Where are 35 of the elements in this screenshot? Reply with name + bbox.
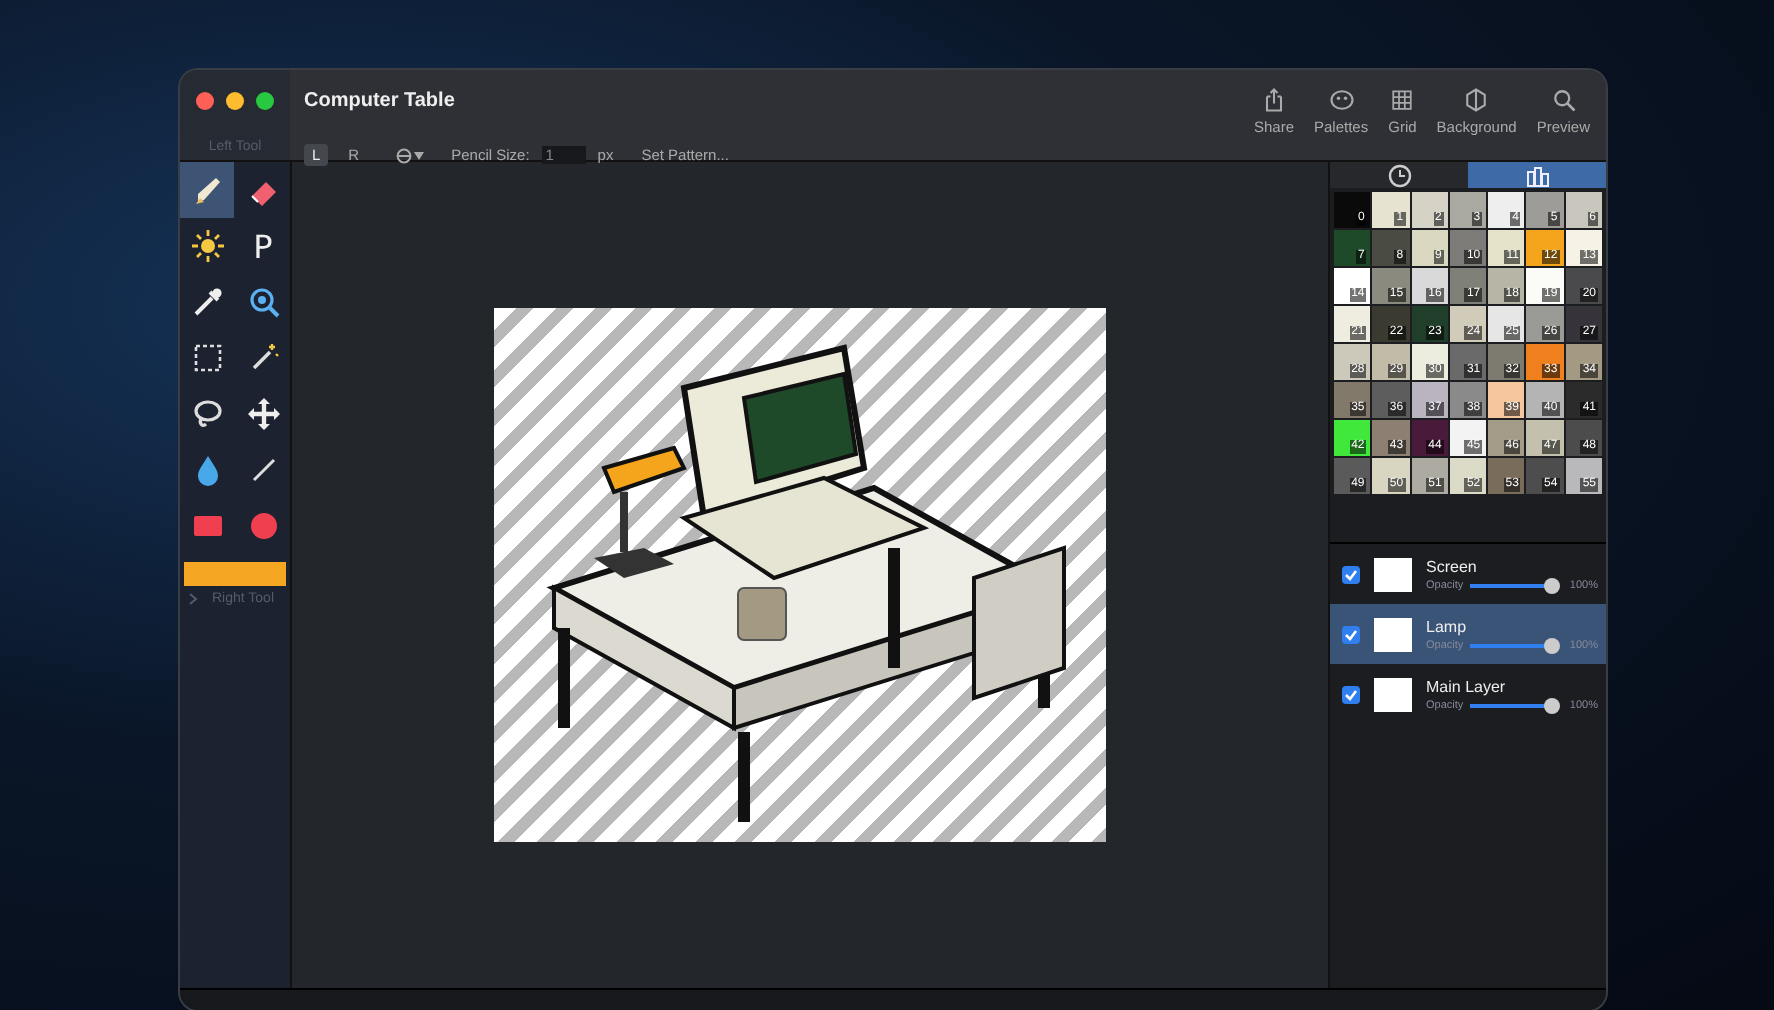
lasso-icon xyxy=(189,396,225,432)
panel-tab[interactable] xyxy=(1330,162,1468,188)
visibility-checkbox[interactable] xyxy=(1342,685,1360,703)
circle-icon xyxy=(245,508,281,544)
palette-icon xyxy=(1327,86,1356,114)
visibility-checkbox[interactable] xyxy=(1342,625,1360,643)
zoom-icon xyxy=(245,284,281,320)
tool-button[interactable] xyxy=(180,162,234,218)
grid-icon xyxy=(1388,86,1417,114)
window-title: Computer Table xyxy=(304,90,455,116)
layer-thumbnail xyxy=(1374,617,1412,651)
caret-icon xyxy=(413,151,424,159)
layers-icon xyxy=(1462,86,1491,114)
visibility-checkbox[interactable] xyxy=(1342,565,1360,583)
shape-dropdown[interactable] xyxy=(395,147,424,163)
eyedropper-icon xyxy=(189,284,225,320)
layer-thumbnail xyxy=(1374,557,1412,591)
color-swatch[interactable] xyxy=(184,562,286,586)
minimize-button[interactable] xyxy=(226,92,244,110)
zoom-button[interactable] xyxy=(256,92,274,110)
layer-name: Screen xyxy=(1426,557,1479,575)
circle-icon xyxy=(395,147,412,163)
search-icon xyxy=(1549,86,1578,114)
layer-name: Main Layer xyxy=(1426,677,1508,695)
swatches-icon xyxy=(1523,161,1551,189)
selection-icon xyxy=(189,340,225,376)
sun-icon xyxy=(189,228,225,264)
panel-tab[interactable] xyxy=(1468,162,1606,188)
layer-name: Lamp xyxy=(1426,617,1469,635)
tool-button[interactable]: P xyxy=(236,218,290,274)
move-icon xyxy=(245,396,281,432)
clock-icon xyxy=(1385,161,1413,189)
chevron-icon xyxy=(186,592,202,606)
close-button[interactable] xyxy=(196,92,214,110)
layer-thumbnail xyxy=(1374,677,1412,711)
